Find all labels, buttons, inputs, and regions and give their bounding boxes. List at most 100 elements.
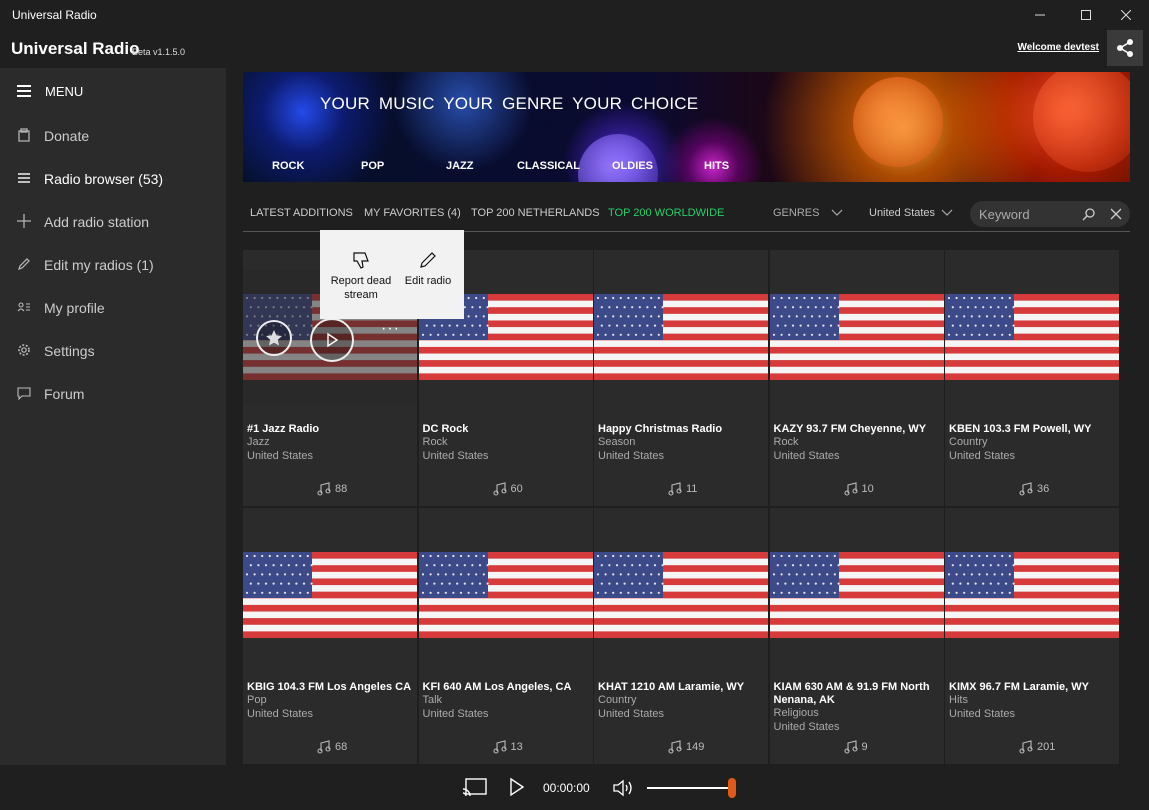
volume-slider-thumb[interactable] [728,778,736,798]
main-content: YOUR MUSIC YOUR GENRE YOUR CHOICE ROCK P… [226,68,1149,765]
flag-us-image [418,552,593,638]
welcome-link[interactable]: Welcome devtest [1017,42,1099,53]
station-genre: Hits [949,694,968,706]
pencil-icon [420,252,436,268]
sidebar-item-my-profile[interactable]: My profile [0,286,226,329]
chat-icon [16,385,32,401]
station-name: KBEN 103.3 FM Powell, WY [949,423,1092,435]
sidebar-item-label: My profile [44,300,105,316]
search-icon[interactable] [1082,207,1096,221]
edit-radio-button[interactable]: Edit radio [396,230,460,319]
genre-link-classical[interactable]: CLASSICAL [517,160,580,172]
play-count: 9 [843,740,868,754]
sidebar-item-edit-radios[interactable]: Edit my radios (1) [0,243,226,286]
sidebar-item-label: Radio browser (53) [44,171,164,187]
station-country: United States [422,450,489,462]
pencil-icon [16,256,32,272]
station-card[interactable]: KIMX 96.7 FM Laramie, WY Hits United State… [945,508,1119,764]
tab-my-favorites[interactable]: MY FAVORITES (4) [364,207,461,219]
station-name: KAZY 93.7 FM Cheyenne, WY [773,423,927,435]
station-country: United States [773,450,840,462]
share-button[interactable] [1107,30,1143,66]
station-genre: Religious [773,707,819,719]
sidebar-item-forum[interactable]: Forum [0,372,226,415]
country-dropdown[interactable]: United States [869,207,935,219]
genres-dropdown[interactable]: GENRES [773,207,819,219]
sidebar-item-settings[interactable]: Settings [0,329,226,372]
play-count: 10 [843,482,874,496]
play-count: 201 [1019,740,1055,754]
play-count: 68 [317,740,347,754]
sidebar-item-label: Edit my radios (1) [44,257,154,273]
music-note-icon [317,482,331,496]
station-card[interactable]: KBIG 104.3 FM Los Angeles CA Pop United St… [243,508,417,764]
app-header: Universal Radio Beta v1.1.5.0 Welcome de… [0,30,1149,68]
chevron-down-icon [941,209,953,216]
station-card[interactable]: KIAM 630 AM & 91.9 FM North Nenana, AK Re… [769,508,944,764]
sidebar-item-radio-browser[interactable]: Radio browser (53) [0,157,226,200]
genre-link-pop[interactable]: POP [361,160,384,172]
playback-time: 00:00:00 [543,781,590,795]
station-card[interactable]: KAZY 93.7 FM Cheyenne, WY Rock United Stat… [769,250,944,506]
play-icon[interactable] [508,777,526,797]
play-count: 88 [317,482,347,496]
minimize-icon [1035,14,1045,16]
report-dead-stream-button[interactable]: Report dead stream [326,230,396,319]
station-name: KFI 640 AM Los Angeles, CA [422,681,572,693]
station-card[interactable]: Happy Christmas Radio Season United States… [594,250,768,506]
play-count: 149 [668,740,704,754]
minimize-button[interactable] [1017,0,1063,30]
genre-link-hits[interactable]: HITS [704,160,729,172]
flag-us-image [769,294,944,380]
station-genre: Rock [773,436,799,448]
music-note-icon [492,482,507,496]
more-icon: ··· [381,320,400,337]
genre-link-jazz[interactable]: JAZZ [446,160,474,172]
banner-tagline: YOUR MUSIC YOUR GENRE YOUR CHOICE [320,94,699,113]
menu-toggle[interactable]: MENU [0,68,226,114]
play-count-value: 11 [686,483,698,495]
flag-us-image [594,552,768,638]
station-name: KIAM 630 AM & 91.9 FM North Nenana, AK [773,681,930,706]
play-count-value: 149 [686,741,705,753]
volume-slider-track[interactable] [647,787,732,789]
station-card[interactable]: KBEN 103.3 FM Powell, WY Country United St… [945,250,1119,506]
music-note-icon [1019,740,1033,754]
app-brand: Universal Radio [11,39,140,58]
close-button[interactable] [1103,0,1149,30]
station-name: DC Rock [422,423,469,435]
station-genre: Season [598,436,636,448]
station-name: KIMX 96.7 FM Laramie, WY [949,681,1089,693]
search-input[interactable] [979,205,1074,223]
genre-link-rock[interactable]: ROCK [272,160,304,172]
station-name: KBIG 104.3 FM Los Angeles CA [247,681,412,693]
sidebar-item-add-radio[interactable]: Add radio station [0,200,226,243]
sidebar-item-donate[interactable]: Donate [0,114,226,157]
station-card[interactable]: KHAT 1210 AM Laramie, WY Country United St… [594,508,768,764]
more-options-button[interactable]: ··· [381,320,400,338]
station-name: #1 Jazz Radio [247,423,320,435]
music-note-icon [668,740,682,754]
station-country: United States [598,708,665,720]
close-icon [1121,10,1131,20]
flag-us-image [769,552,944,638]
genre-link-oldies[interactable]: OLDIES [612,160,653,172]
station-card[interactable]: KFI 640 AM Los Angeles, CA Talk United Sta… [418,508,593,764]
cast-icon[interactable] [462,777,488,799]
tab-top200-worldwide[interactable]: TOP 200 WORLDWIDE [608,207,724,219]
tab-top200-netherlands[interactable]: TOP 200 NETHERLANDS [471,207,600,219]
tab-latest-additions[interactable]: LATEST ADDITIONS [250,207,353,219]
favorite-button[interactable] [256,320,292,356]
flag-us-image [945,552,1119,638]
station-country: United States [949,708,1016,720]
station-genre: Country [598,694,637,706]
plus-icon [16,213,32,229]
clear-search-icon[interactable] [1110,208,1122,220]
station-country: United States [598,450,665,462]
music-note-icon [843,482,858,496]
play-station-button[interactable] [310,318,354,362]
play-count: 11 [668,482,697,496]
sidebar-item-label: Donate [44,128,90,144]
station-genre: Jazz [247,436,270,448]
volume-icon[interactable] [612,778,634,798]
